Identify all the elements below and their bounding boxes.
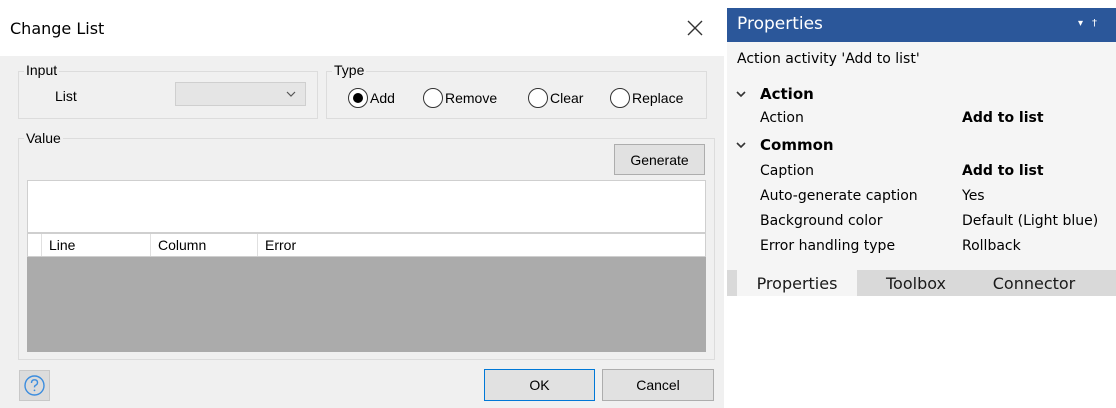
properties-header: Properties ▾ † — [727, 8, 1116, 42]
property-row-auto-generate-caption[interactable]: Auto-generate caption Yes — [727, 184, 1116, 210]
properties-subtitle: Action activity 'Add to list' — [737, 51, 920, 67]
radio-replace-indicator — [610, 88, 630, 108]
dialog-titlebar: Change List — [0, 0, 724, 56]
category-name: Action — [760, 85, 814, 103]
pin-icon[interactable]: † — [1092, 18, 1097, 29]
radio-remove[interactable]: Remove — [423, 88, 497, 108]
tab-properties[interactable]: Properties — [737, 270, 857, 296]
error-grid-header: Line Column Error — [27, 233, 706, 257]
property-value: Add to list — [962, 110, 1044, 126]
category-common[interactable]: Common — [727, 133, 1116, 159]
property-value: Default (Light blue) — [962, 213, 1099, 229]
grid-row-header-separator — [41, 234, 42, 256]
category-action[interactable]: Action — [727, 82, 1116, 108]
input-group-legend: Input — [24, 62, 60, 78]
question-circle-icon — [24, 375, 45, 396]
radio-clear[interactable]: Clear — [528, 88, 583, 108]
help-button[interactable] — [19, 370, 50, 401]
generate-button[interactable]: Generate — [614, 144, 705, 175]
category-name: Common — [760, 136, 834, 154]
type-group-legend: Type — [332, 62, 367, 78]
properties-panel: Properties ▾ † Action activity 'Add to l… — [727, 8, 1116, 296]
change-list-dialog: Change List Input List Type Add Remove C… — [0, 0, 724, 408]
grid-column-error[interactable]: Error — [265, 237, 296, 253]
ok-button[interactable]: OK — [484, 369, 595, 401]
grid-column-separator — [257, 234, 258, 256]
dropdown-icon[interactable]: ▾ — [1078, 18, 1083, 29]
dialog-title: Change List — [10, 19, 105, 38]
list-select[interactable] — [175, 82, 306, 106]
value-group-legend: Value — [24, 130, 63, 146]
tab-connector[interactable]: Connector — [975, 270, 1093, 296]
radio-remove-indicator — [423, 88, 443, 108]
cancel-button[interactable]: Cancel — [602, 369, 714, 401]
radio-clear-indicator — [528, 88, 548, 108]
property-name: Caption — [760, 163, 815, 179]
property-value: Yes — [962, 188, 985, 204]
grid-column-separator — [150, 234, 151, 256]
radio-remove-label: Remove — [445, 90, 498, 106]
radio-add-label: Add — [370, 90, 395, 106]
chevron-down-icon — [736, 142, 746, 149]
tab-toolbox[interactable]: Toolbox — [864, 270, 968, 296]
radio-replace[interactable]: Replace — [610, 88, 683, 108]
property-name: Background color — [760, 213, 883, 229]
property-row-action[interactable]: Action Add to list — [727, 106, 1116, 132]
list-label: List — [55, 88, 77, 104]
property-row-background-color[interactable]: Background color Default (Light blue) — [727, 209, 1116, 235]
grid-column-line[interactable]: Line — [49, 237, 75, 253]
radio-replace-label: Replace — [632, 90, 684, 106]
chevron-down-icon — [286, 91, 296, 97]
error-grid-body — [27, 257, 706, 352]
property-name: Error handling type — [760, 238, 896, 254]
property-name: Auto-generate caption — [760, 188, 918, 204]
property-name: Action — [760, 110, 804, 126]
property-value: Rollback — [962, 238, 1021, 254]
chevron-down-icon — [736, 91, 746, 98]
radio-clear-label: Clear — [550, 90, 584, 106]
radio-add-indicator — [348, 88, 368, 108]
property-row-error-handling-type[interactable]: Error handling type Rollback — [727, 234, 1116, 260]
close-icon[interactable] — [686, 19, 704, 37]
property-value: Add to list — [962, 163, 1044, 179]
panel-tabs: Properties Toolbox Connector — [727, 270, 1116, 296]
radio-add[interactable]: Add — [348, 88, 395, 108]
value-expression-editor[interactable] — [27, 180, 706, 233]
property-row-caption[interactable]: Caption Add to list — [727, 159, 1116, 185]
properties-title: Properties — [737, 14, 823, 34]
grid-column-column[interactable]: Column — [158, 237, 206, 253]
